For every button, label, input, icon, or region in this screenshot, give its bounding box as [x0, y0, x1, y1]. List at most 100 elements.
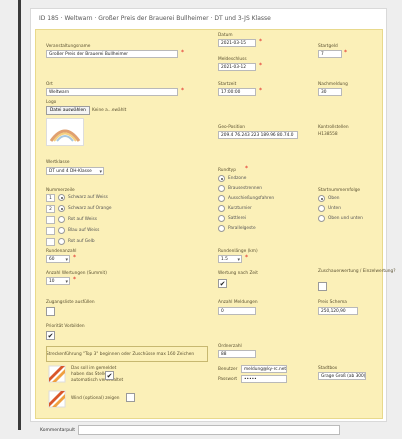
wertung-select[interactable]: DT und 4 DH-Klasse: [46, 167, 104, 175]
logo-icon: [49, 129, 81, 142]
startgeld-input[interactable]: 7: [318, 50, 342, 58]
bonus-number-box[interactable]: 2: [46, 205, 55, 213]
ordner-label: Ordnerzahl: [218, 344, 242, 349]
sort-radio[interactable]: [318, 195, 325, 202]
passwort-label: Passwort: [218, 377, 238, 382]
logo-preview: [46, 118, 84, 146]
geo-input[interactable]: 209.4 76.243 223 189.96 80.74.0: [218, 131, 298, 139]
rundenanzahl-label: Rundenanzahl: [46, 249, 77, 254]
nachmeldung-label: Nachmeldung: [318, 82, 348, 87]
runde-radio[interactable]: [218, 195, 225, 202]
sort-option-label: Unten: [328, 206, 341, 211]
runde-option-label: Sattlerei: [228, 216, 247, 221]
kontrollstellen-label: Kontrollstellen: [318, 125, 349, 130]
sort-radio[interactable]: [318, 215, 325, 222]
ordner-input[interactable]: 88: [218, 350, 256, 358]
veranstaltung-label: Veranstaltungsname: [46, 44, 91, 49]
runde-option-label: Brausestrennen: [228, 186, 263, 191]
runde-radio[interactable]: [218, 175, 225, 182]
bonus-number-box[interactable]: [46, 216, 55, 224]
required-marker: *: [344, 49, 347, 56]
rundenanzahl-select[interactable]: 60: [46, 255, 70, 263]
file-choose-button[interactable]: Datei auswählen: [46, 106, 90, 115]
required-marker: *: [73, 254, 76, 261]
event-edit-card: ID 185 · Weltwarn · Großer Preis der Bra…: [30, 8, 396, 422]
stadtbox-label: Stadtbox: [318, 366, 338, 371]
anzahl-wertungen-select[interactable]: 10: [46, 277, 70, 285]
benutzer-input[interactable]: meldung@ky-rc.net: [241, 365, 287, 373]
required-marker: *: [259, 62, 262, 69]
zugangsliste-label: Zugangsliste ausfüllen: [46, 300, 95, 305]
passwort-input[interactable]: •••••: [241, 375, 287, 383]
sort-option-label: Oben und unten: [328, 216, 363, 221]
anzahl-wertungen-label: Anzahl Wertungen (Summit): [46, 271, 107, 276]
page-title: ID 185 · Weltwarn · Großer Preis der Bra…: [39, 15, 271, 22]
sort-radio[interactable]: [318, 205, 325, 212]
ribbon-badge-icon: [48, 390, 66, 408]
required-marker: *: [259, 87, 262, 94]
auto-checkbox[interactable]: ✔: [105, 371, 114, 380]
wertung-zeit-label: Wertung nach Zeit: [218, 271, 258, 276]
bonus-label: Nummerzeile: [46, 188, 75, 193]
bonus-option-label: Rot auf Gelb: [68, 239, 95, 244]
bonus-number-box[interactable]: 1: [46, 194, 55, 202]
seitentext-textarea[interactable]: [46, 346, 208, 362]
zuschauer-label: Zuschauerwertung / Einzelwertung?: [318, 269, 396, 274]
bonus-radio[interactable]: [58, 216, 65, 223]
runde-label: Rundtyp: [218, 168, 236, 173]
anzahl-meldungen-input[interactable]: 0: [218, 307, 256, 315]
rundenlaenge-value: 1.5: [221, 257, 228, 262]
ort-input[interactable]: Weltwarn: [46, 88, 178, 96]
runde-option-label: Endzone: [228, 176, 247, 181]
wertung-label: Wertklasse: [46, 160, 70, 165]
zugangsliste-checkbox[interactable]: [46, 307, 55, 316]
wind-checkbox[interactable]: [126, 393, 135, 402]
prior-checkbox[interactable]: ✔: [46, 331, 55, 340]
bonus-radio[interactable]: [58, 205, 65, 212]
runde-option-label: Ausschießungsfahren: [228, 196, 275, 201]
kommentar-label: Kommentarpult: [40, 428, 75, 433]
rundenlaenge-select[interactable]: 1.5: [218, 255, 242, 263]
datum-label: Datum: [218, 33, 233, 38]
runde-option-label: Kurzturnier: [228, 206, 252, 211]
veranstaltung-input[interactable]: Großer Preis der Brauerei Bullheimer: [46, 50, 178, 58]
bonus-radio[interactable]: [58, 227, 65, 234]
geo-label: Geo-Position: [218, 125, 245, 130]
runde-radio[interactable]: [218, 205, 225, 212]
file-name-text: Keine a...ewählt: [92, 108, 127, 113]
kontrollstellen-value: H138558: [318, 132, 338, 137]
kommentar-input[interactable]: [78, 425, 340, 435]
wertung-zeit-checkbox[interactable]: ✔: [218, 279, 227, 288]
bonus-radio[interactable]: [58, 238, 65, 245]
anzahl-meldungen-label: Anzahl Meldungen: [218, 300, 258, 305]
startgeld-label: Startgeld: [318, 44, 338, 49]
datum-input[interactable]: 2021-03-15: [218, 39, 256, 47]
wind-text: Wind (optional) zeigen: [71, 396, 120, 401]
nachmeldung-input[interactable]: 30: [318, 88, 342, 96]
bonus-option-label: Rot auf Weiss: [68, 217, 98, 222]
zuschauer-checkbox[interactable]: [318, 282, 327, 291]
stadtbox-input[interactable]: Grage Groß (ab 300): [318, 372, 366, 380]
bonus-option-label: Blau auf Weiss: [68, 228, 100, 233]
meldeschluss-input[interactable]: 2021-03-12: [218, 63, 256, 71]
preis-label: Preis Schema: [318, 300, 347, 305]
runde-radio[interactable]: [218, 185, 225, 192]
prior-label: Priorität Vorbilden: [46, 324, 85, 329]
bonus-radio[interactable]: [58, 194, 65, 201]
auto-text: Das soll im gemeldet haben das Stellen a…: [71, 366, 124, 383]
preis-input[interactable]: 250,120,90: [318, 307, 358, 315]
runde-radio[interactable]: [218, 225, 225, 232]
anzahl-wertungen-value: 10: [49, 279, 55, 284]
ribbon-badge-icon: [48, 365, 66, 383]
event-form: Veranstaltungsname Großer Preis der Brau…: [35, 29, 396, 419]
runde-radio[interactable]: [218, 215, 225, 222]
bonus-number-box[interactable]: [46, 238, 55, 246]
startzeit-input[interactable]: 17:00:00: [218, 88, 256, 96]
bonus-number-box[interactable]: [46, 227, 55, 235]
required-marker: *: [245, 254, 248, 261]
required-marker: *: [259, 38, 262, 45]
bonus-option-label: Schwarz auf Weiss: [68, 195, 108, 200]
required-marker: *: [181, 49, 184, 56]
runde-option-label: Parallelgeste: [228, 226, 256, 231]
rundenlaenge-label: Rundenlänge (km): [218, 249, 258, 254]
